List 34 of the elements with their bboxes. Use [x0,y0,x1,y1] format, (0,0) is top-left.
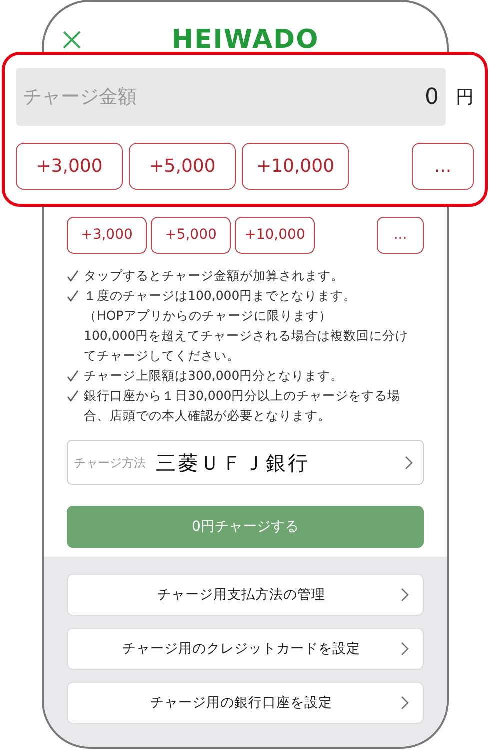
chevron-right-icon [401,588,409,602]
check-icon [67,390,79,402]
note-text: 100,000円を超えてチャージされる場合は複数回に分けてチャージしてください。 [84,327,410,365]
menu-item[interactable]: チャージ用支払方法の管理 [67,574,424,616]
amount-placeholder: チャージ金額 [23,84,137,110]
amount-button[interactable]: +10,000 [235,217,315,254]
menu-item[interactable]: チャージ用の銀行口座を設定 [67,682,424,724]
note-text: チャージ上限額は300,000円分となります。 [84,367,345,385]
amount-button[interactable]: +5,000 [129,143,236,190]
chevron-right-icon [401,696,409,710]
amount-button[interactable]: +3,000 [16,143,123,190]
amount-button[interactable]: +3,000 [67,217,147,254]
chevron-right-icon [401,642,409,656]
charge-method-row[interactable]: チャージ方法 三菱ＵＦＪ銀行 [67,440,424,485]
amount-field[interactable]: チャージ金額 0 [16,68,446,126]
note-text: タップするとチャージ金額が加算されます。 [84,267,345,285]
menu-item[interactable]: チャージ用のクレジットカードを設定 [67,628,424,670]
amount-button[interactable]: ... [377,217,424,254]
logo: HEIWADO [172,26,320,52]
note-text: （HOPアプリからのチャージに限ります） [83,307,332,325]
charge-method-value: 三菱ＵＦＪ銀行 [156,450,310,476]
chevron-right-icon [405,456,413,470]
note-text: 銀行口座から１日30,000円分以上のチャージをする場合、店頭での本人確認が必要となります。 [84,387,402,425]
amount-value: 0 [425,84,439,112]
check-icon [67,270,79,282]
amount-button[interactable]: +10,000 [242,143,349,190]
check-icon [67,370,79,382]
close-icon[interactable] [63,31,81,49]
note-text: １度のチャージは100,000円までとなります。 [84,287,358,305]
check-icon [67,290,79,302]
yen-unit: 円 [456,86,474,110]
amount-button[interactable]: ... [412,143,474,190]
amount-button[interactable]: +5,000 [151,217,231,254]
charge-method-label: チャージ方法 [74,454,146,472]
